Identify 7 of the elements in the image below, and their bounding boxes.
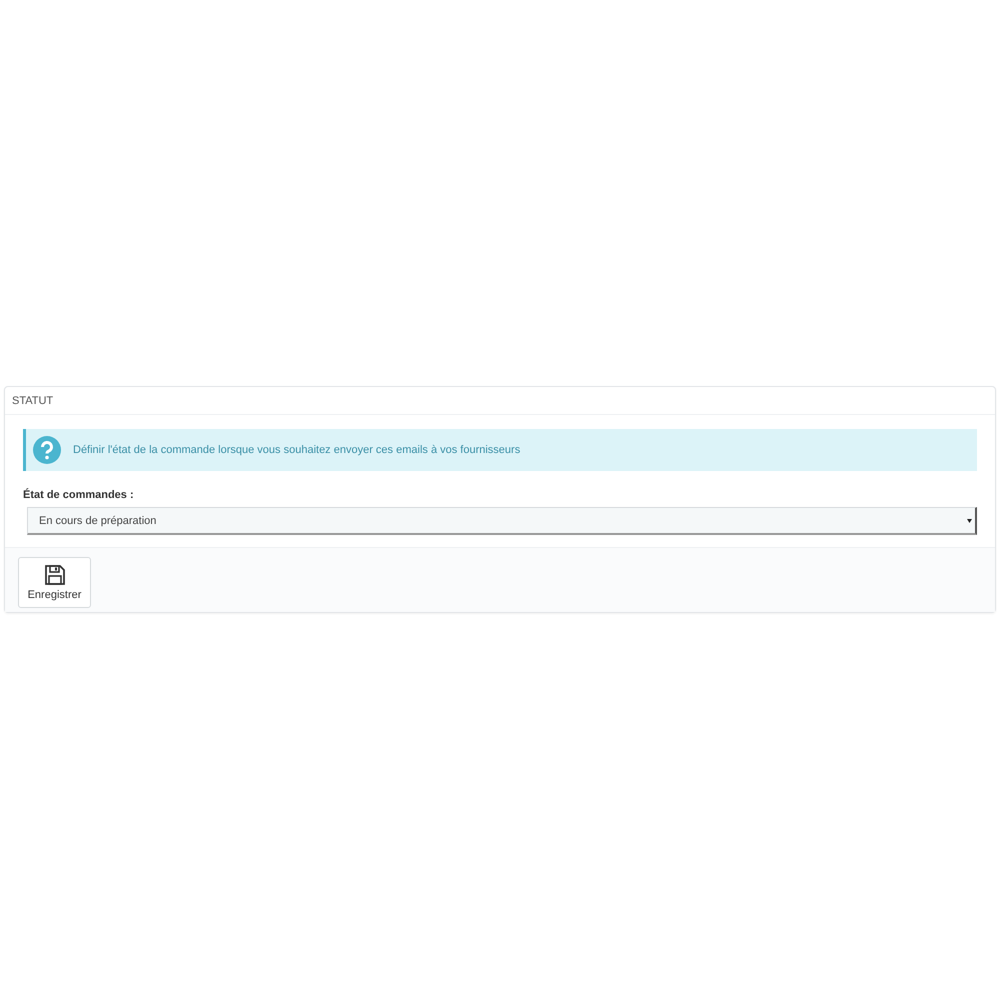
order-state-select[interactable]: En cours de préparation — [27, 507, 977, 535]
field-label: État de commandes : — [23, 489, 135, 501]
alert-text: Définir l'état de la commande lorsque vous souhaitez envoyer ces emails à vos fournisseurs — [73, 444, 520, 456]
save-button[interactable]: Enregistrer — [18, 557, 91, 608]
panel-title: STATUT — [12, 394, 54, 406]
caret-icon — [967, 518, 972, 522]
help-icon — [33, 436, 61, 464]
